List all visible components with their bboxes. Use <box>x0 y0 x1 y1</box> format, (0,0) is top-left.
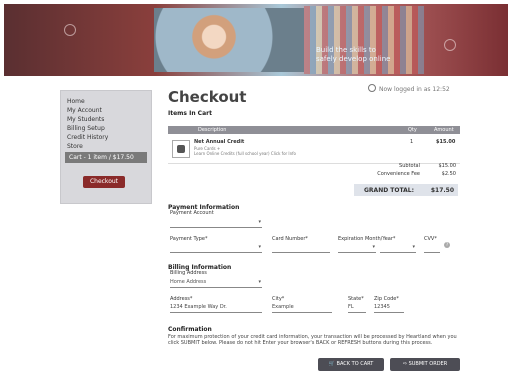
sidebar-item-credit-history[interactable]: Credit History <box>61 133 151 142</box>
expiration-year-select[interactable] <box>380 244 416 253</box>
back-to-cart-button[interactable]: 🛒 BACK TO CART <box>318 358 384 371</box>
confirmation-text: For maximum protection of your credit ca… <box>168 334 457 346</box>
banner-decoration-icon <box>444 39 456 51</box>
zip-label: Zip Code* <box>374 296 399 302</box>
cvv-label: CVV* <box>424 236 437 242</box>
item-price: $15.00 <box>436 139 456 145</box>
payment-type-select[interactable] <box>170 244 262 253</box>
confirmation-heading: Confirmation <box>168 326 212 333</box>
item-name: Net Annual Credit <box>194 139 245 145</box>
billing-address-select[interactable]: Home Address <box>170 279 262 288</box>
sidebar-nav: Home My Account My Students Billing Setu… <box>60 90 152 204</box>
address-label: Address* <box>170 296 193 302</box>
item-description: Pure Cards + Learn Online Credits (full … <box>194 146 344 156</box>
cart-totals: Subtotal $15.00 Convenience Fee $2.50 <box>320 163 460 179</box>
product-icon <box>172 140 190 158</box>
submit-order-label: SUBMIT ORDER <box>408 361 448 367</box>
help-icon[interactable]: ? <box>444 242 450 248</box>
cvv-input[interactable] <box>424 244 440 253</box>
grand-total: GRAND TOTAL: $17.50 <box>354 184 458 196</box>
expiration-label: Expiration Month/Year* <box>338 236 396 242</box>
state-label: State* <box>348 296 364 302</box>
card-number-label: Card Number* <box>272 236 308 242</box>
banner-photo <box>154 8 304 72</box>
item-desc-line[interactable]: Learn Online Credits (full school year) … <box>194 151 344 156</box>
subtotal-value: $15.00 <box>438 163 457 169</box>
sidebar-item-my-students[interactable]: My Students <box>61 115 151 124</box>
column-qty: Qty <box>408 127 417 133</box>
grand-total-label: GRAND TOTAL: <box>364 187 414 194</box>
page-title: Checkout <box>168 88 247 106</box>
sidebar-item-my-account[interactable]: My Account <box>61 106 151 115</box>
cart-icon: 🛒 <box>328 361 337 367</box>
checkout-button[interactable]: Checkout <box>83 176 125 188</box>
city-input[interactable]: Example <box>272 304 332 313</box>
cart-table-header: Description Qty Amount <box>168 126 460 134</box>
submit-order-button[interactable]: ⇨ SUBMIT ORDER <box>390 358 460 371</box>
column-amount: Amount <box>434 127 454 133</box>
fee-value: $2.50 <box>441 171 456 177</box>
sidebar-item-billing-setup[interactable]: Billing Setup <box>61 124 151 133</box>
state-input[interactable]: FL <box>348 304 366 313</box>
subtotal-label: Subtotal <box>399 163 420 169</box>
main-content: Checkout Items In Cart <box>168 88 460 117</box>
items-in-cart-heading: Items In Cart <box>168 110 212 117</box>
expiration-month-select[interactable] <box>338 244 376 253</box>
card-number-input[interactable] <box>272 244 330 253</box>
sidebar-item-home[interactable]: Home <box>61 97 151 106</box>
tagline-line: Build the skills to <box>316 46 376 54</box>
fee-label: Convenience Fee <box>377 171 420 177</box>
billing-address-label: Billing Address <box>170 270 207 276</box>
payment-account-label: Payment Account <box>170 210 214 216</box>
column-description: Description <box>198 127 227 133</box>
back-to-cart-label: BACK TO CART <box>336 361 374 367</box>
payment-type-label: Payment Type* <box>170 236 208 242</box>
city-label: City* <box>272 296 285 302</box>
zip-input[interactable]: 12345 <box>374 304 404 313</box>
grand-total-value: $17.50 <box>430 187 454 194</box>
payment-account-select[interactable] <box>170 219 262 228</box>
address-input[interactable]: 1234 Example Way Dr. <box>170 304 262 313</box>
sidebar-item-store[interactable]: Store <box>61 142 151 151</box>
cart-item-row: Net Annual Credit Pure Cards + Learn Onl… <box>168 137 460 164</box>
banner-tagline: Build the skills to safely develop onlin… <box>316 46 436 64</box>
banner-decoration-icon <box>64 24 76 36</box>
tagline-line: safely develop online <box>316 55 391 63</box>
sidebar-item-cart[interactable]: Cart - 1 item / $17.50 <box>65 152 147 163</box>
item-qty: 1 <box>410 139 414 145</box>
header-banner: Build the skills to safely develop onlin… <box>4 4 508 76</box>
